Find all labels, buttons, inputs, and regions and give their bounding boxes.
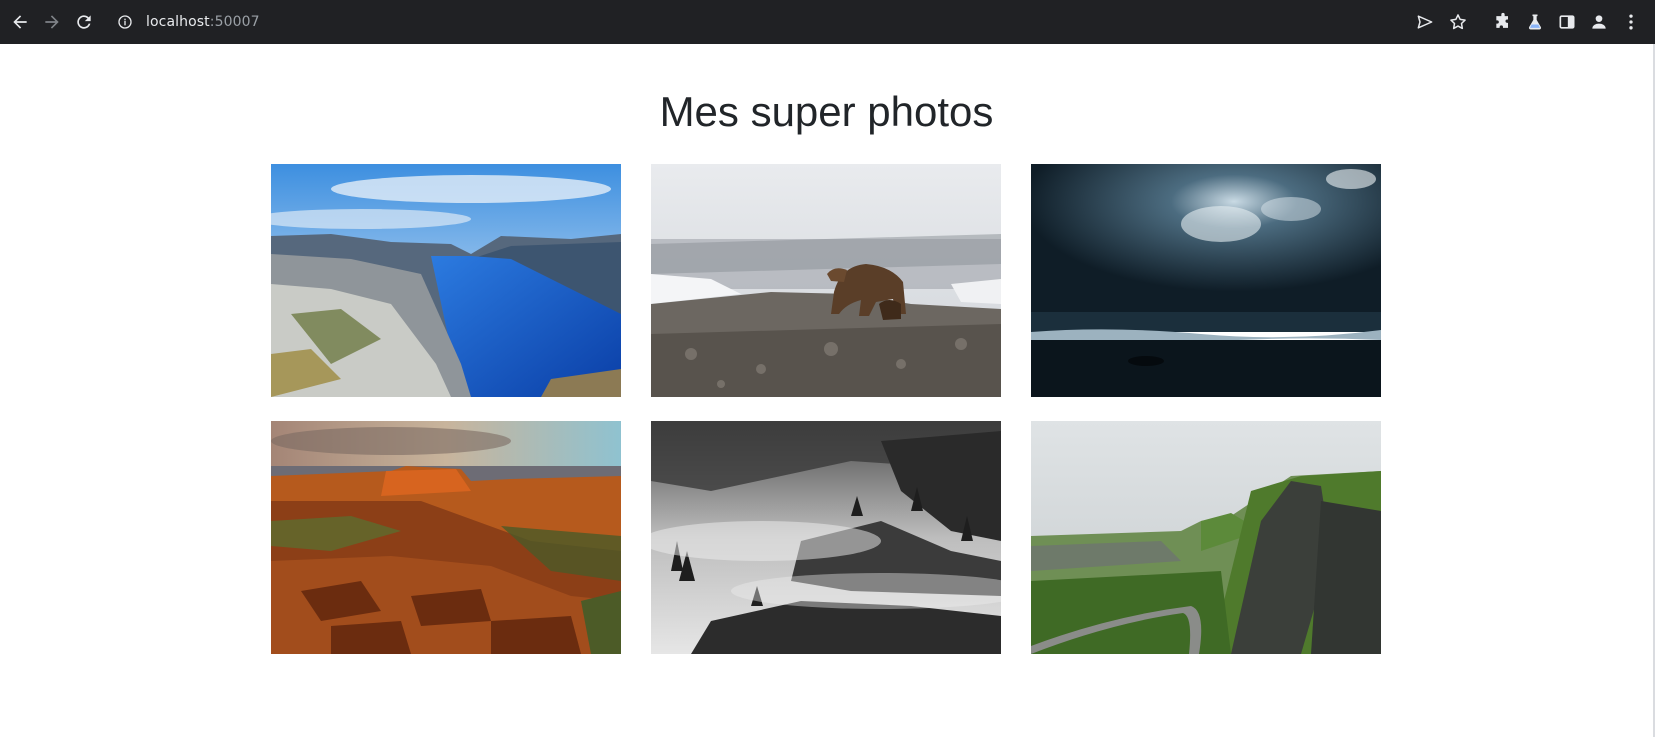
photo-green-highlands-road[interactable] xyxy=(1031,421,1381,654)
page-title: Mes super photos xyxy=(659,88,994,135)
lab-flask-icon[interactable] xyxy=(1519,6,1551,38)
photo-bear-on-rocks[interactable] xyxy=(651,164,1001,397)
site-info-icon[interactable] xyxy=(114,11,136,33)
side-panel-icon[interactable] xyxy=(1551,6,1583,38)
url-port: :50007 xyxy=(209,14,260,30)
browser-toolbar: localhost:50007 xyxy=(0,0,1655,44)
photo-stormy-sea[interactable] xyxy=(1031,164,1381,397)
star-icon[interactable] xyxy=(1442,6,1474,38)
back-arrow-icon[interactable] xyxy=(4,6,36,38)
url-host: localhost xyxy=(146,14,210,30)
photo-fjord-cliff[interactable] xyxy=(271,164,621,397)
profile-icon[interactable] xyxy=(1583,6,1615,38)
forward-arrow-icon[interactable] xyxy=(36,6,68,38)
send-icon[interactable] xyxy=(1409,6,1441,38)
photo-gallery xyxy=(271,164,1381,654)
more-vert-icon[interactable] xyxy=(1615,6,1647,38)
extensions-icon[interactable] xyxy=(1487,6,1519,38)
reload-icon[interactable] xyxy=(68,6,100,38)
address-bar[interactable]: localhost:50007 xyxy=(106,7,1406,37)
photo-misty-forest-bw[interactable] xyxy=(651,421,1001,654)
photo-red-canyon-sunset[interactable] xyxy=(271,421,621,654)
url-text: localhost:50007 xyxy=(146,14,260,30)
